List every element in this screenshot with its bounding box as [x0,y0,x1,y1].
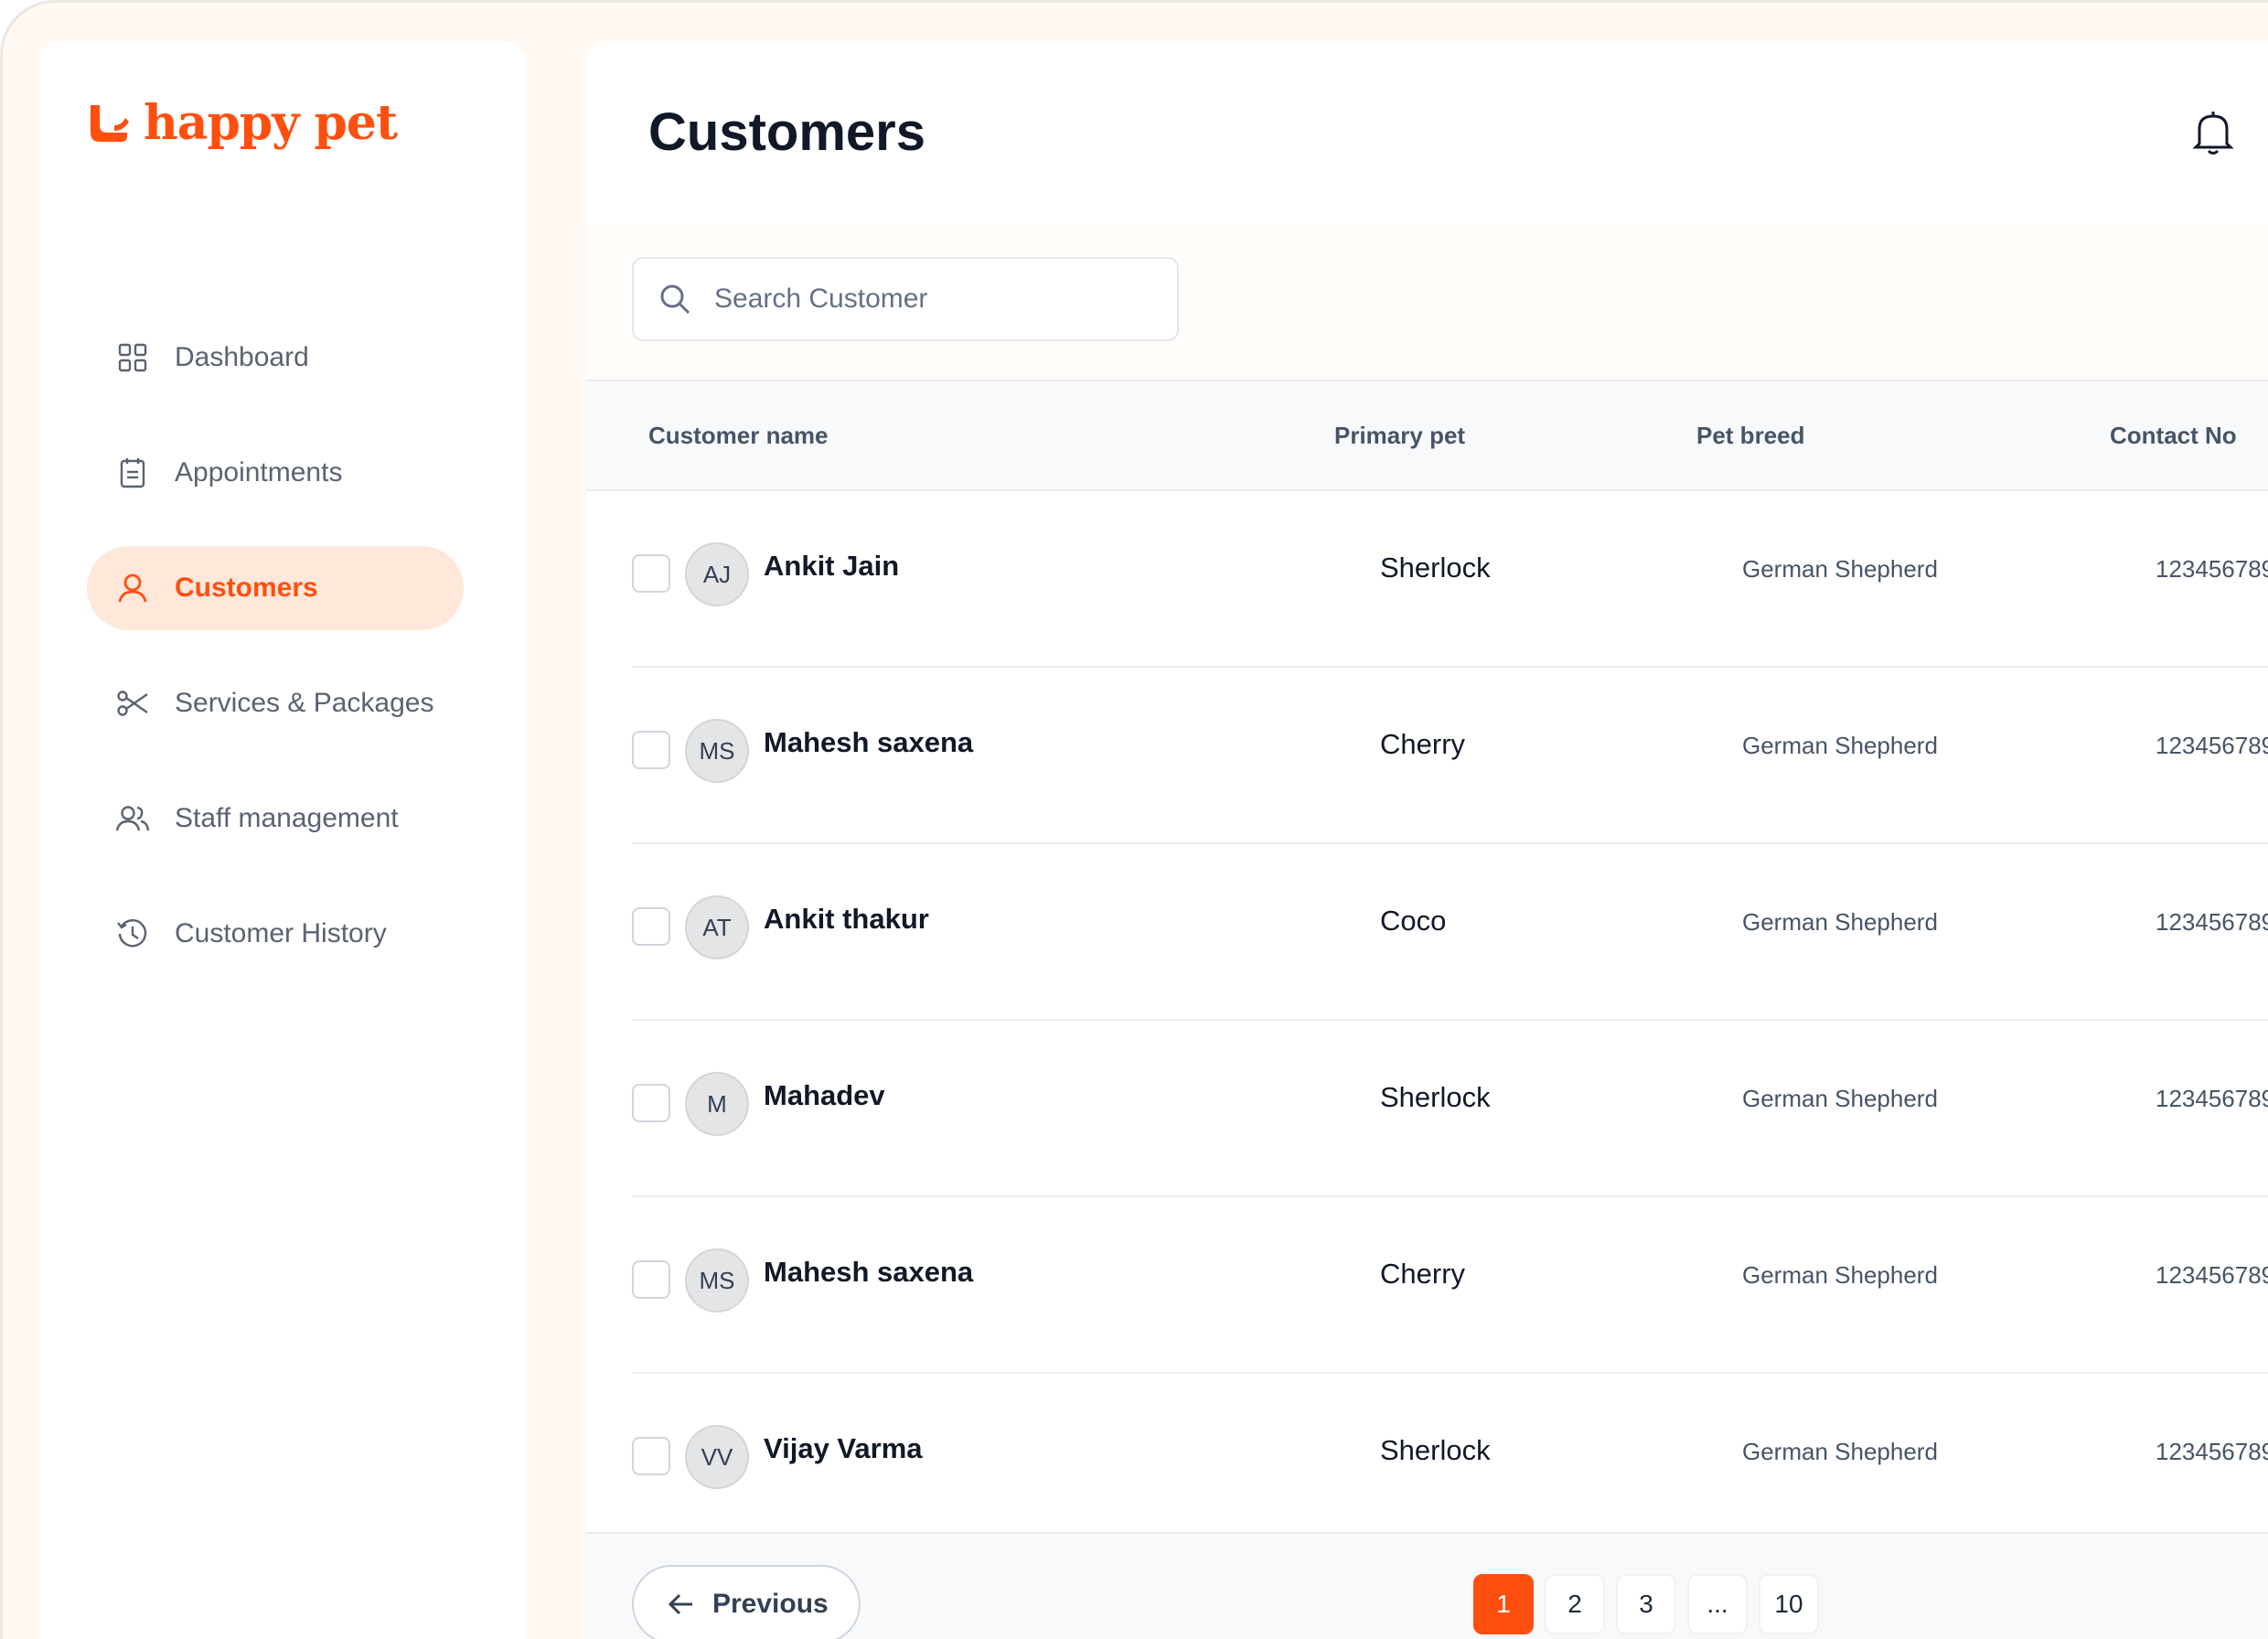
previous-page-button[interactable]: Previous [632,1565,861,1639]
table-row[interactable]: M Mahadev Sherlock German Shepherd 12345… [632,1021,2268,1197]
calendar-icon [114,455,151,491]
primary-pet: Sherlock [1380,1434,1491,1466]
table-header: Customer name Primary pet Pet breed Cont… [586,380,2268,491]
column-header-pet-breed[interactable]: Pet breed [1696,381,1805,489]
pet-breed: German Shepherd [1742,1261,1938,1289]
primary-pet: Coco [1380,905,1447,937]
page-button-2[interactable]: 2 [1545,1574,1605,1634]
contact-number: 1234567890 [2156,555,2268,583]
sidebar-item-label: Customer History [175,918,387,948]
customer-name[interactable]: Ankit thakur [764,903,929,936]
page-header: Customers [586,41,2268,224]
column-header-customer-name[interactable]: Customer name [648,381,829,489]
primary-pet: Sherlock [1380,552,1491,584]
row-checkbox[interactable] [632,1260,670,1299]
contact-number: 1234567890 [2156,1438,2268,1465]
contact-number: 1234567890 [2156,908,2268,936]
sidebar-item-label: Staff management [175,803,399,833]
page-button-1[interactable]: 1 [1473,1574,1534,1634]
sidebar-item-staff-management[interactable]: Staff management [87,777,464,861]
table-row[interactable]: AJ Ankit Jain Sherlock German Shepherd 1… [632,491,2268,668]
sidebar-item-customers[interactable]: Customers [87,546,464,630]
page-button-10[interactable]: 10 [1759,1574,1819,1634]
avatar: VV [685,1425,749,1489]
user-icon [114,570,151,606]
customer-name[interactable]: Vijay Varma [764,1432,923,1465]
customer-name[interactable]: Mahadev [764,1079,885,1112]
app-frame: happy pet Dashboard Appointments Custome… [0,0,2268,1639]
search-icon [660,284,690,315]
bell-icon[interactable] [2190,107,2236,158]
sidebar-item-label: Services & Packages [175,688,434,718]
column-header-contact-no[interactable]: Contact No [2110,381,2237,489]
pagination-bar: Previous 1 2 3 ... 10 [586,1532,2268,1639]
avatar: AJ [685,542,749,606]
search-input[interactable] [712,283,1151,316]
pet-breed: German Shepherd [1742,1085,1938,1112]
column-header-primary-pet[interactable]: Primary pet [1334,381,1465,489]
scissors-icon [114,685,151,722]
sidebar: happy pet Dashboard Appointments Custome… [39,41,526,1639]
primary-pet: Sherlock [1380,1081,1491,1113]
table-row[interactable]: MS Mahesh saxena Cherry German Shepherd … [632,668,2268,844]
sidebar-item-label: Appointments [175,457,343,487]
table-row[interactable]: VV Vijay Varma Sherlock German Shepherd … [632,1374,2268,1550]
arrow-left-icon [668,1593,692,1615]
brand-name: happy pet [144,95,398,151]
history-icon [114,916,151,952]
row-checkbox[interactable] [632,907,670,946]
avatar: MS [685,719,749,783]
primary-pet: Cherry [1380,728,1466,760]
sidebar-item-appointments[interactable]: Appointments [87,431,464,515]
customer-name[interactable]: Ankit Jain [764,550,899,583]
main-panel: Customers Customer name Primary pet Pet … [586,41,2268,1639]
previous-label: Previous [712,1589,829,1619]
brand-logo[interactable]: happy pet [87,95,398,151]
sidebar-item-dashboard[interactable]: Dashboard [87,316,464,400]
users-icon [114,800,151,837]
avatar: M [685,1072,749,1136]
sidebar-nav: Dashboard Appointments Customers Service… [87,316,464,1007]
sidebar-item-services-packages[interactable]: Services & Packages [87,661,464,745]
avatar: MS [685,1248,749,1312]
contact-number: 1234567890 [2156,1261,2268,1289]
page-title: Customers [648,102,925,162]
customer-name[interactable]: Mahesh saxena [764,726,973,759]
pet-breed: German Shepherd [1742,908,1938,936]
page-button-3[interactable]: 3 [1616,1574,1676,1634]
dashboard-grid-icon [114,339,151,376]
row-checkbox[interactable] [632,554,670,593]
row-checkbox[interactable] [632,1437,670,1475]
sidebar-item-label: Customers [175,573,318,603]
page-ellipsis: ... [1687,1574,1748,1634]
row-checkbox[interactable] [632,1084,670,1122]
customer-name[interactable]: Mahesh saxena [764,1256,973,1289]
happy-pet-logo-icon [91,105,129,142]
search-box [632,257,1179,341]
pet-breed: German Shepherd [1742,1438,1938,1465]
sidebar-item-label: Dashboard [175,342,309,372]
table-row[interactable]: AT Ankit thakur Coco German Shepherd 123… [632,844,2268,1021]
page-numbers: 1 2 3 ... 10 [1473,1574,1830,1634]
row-checkbox[interactable] [632,731,670,769]
table-row[interactable]: MS Mahesh saxena Cherry German Shepherd … [632,1197,2268,1374]
table-toolbar [586,224,2268,380]
pet-breed: German Shepherd [1742,732,1938,759]
contact-number: 1234567890 [2156,732,2268,759]
avatar: AT [685,895,749,959]
primary-pet: Cherry [1380,1258,1466,1290]
pet-breed: German Shepherd [1742,555,1938,583]
contact-number: 1234567890 [2156,1085,2268,1112]
sidebar-item-customer-history[interactable]: Customer History [87,892,464,976]
